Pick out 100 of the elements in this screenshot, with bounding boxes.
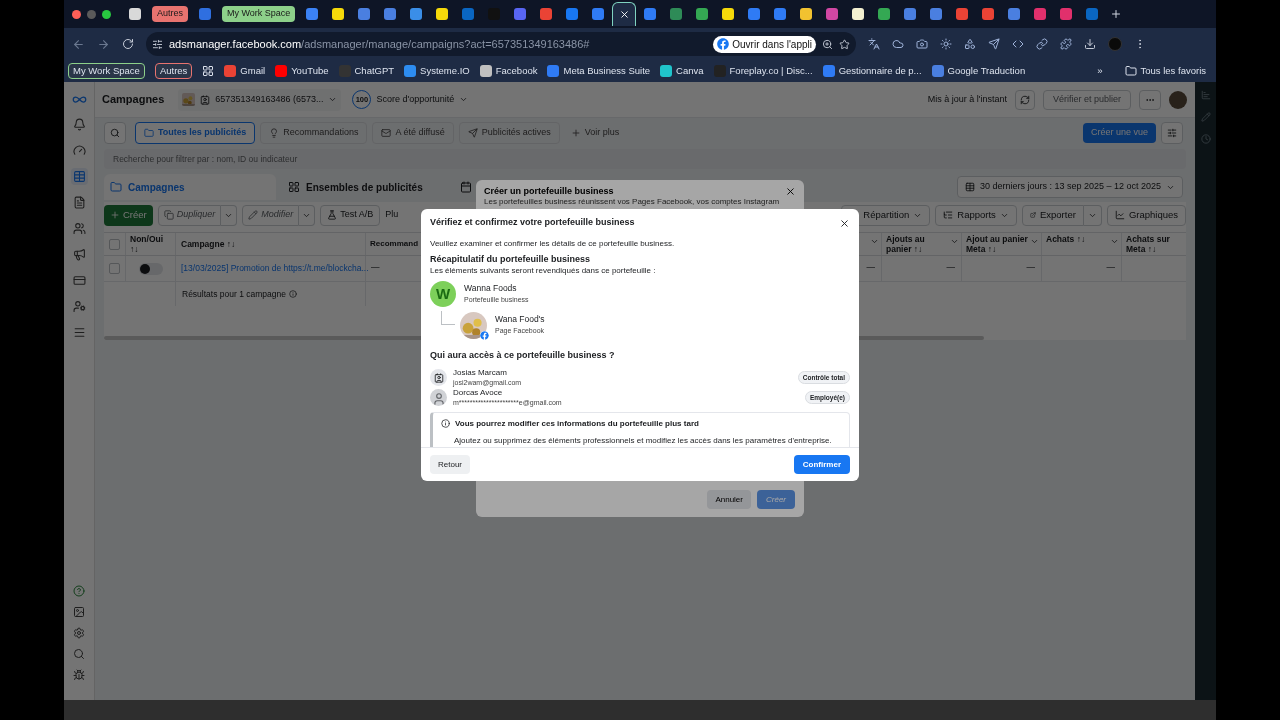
confirm-button[interactable]: Confirmer [793, 455, 850, 474]
back-icon[interactable] [72, 37, 85, 51]
toolbar-button[interactable]: Exporter [1021, 204, 1084, 226]
user-avatar[interactable] [1169, 90, 1187, 109]
dialog-intro: Veuillez examiner et confirmer les détails de ce portefeuille business. [430, 238, 676, 250]
grid-icon [288, 181, 300, 193]
extension-icon[interactable] [1036, 38, 1048, 50]
bookmark-group-chip[interactable]: Autres [154, 63, 193, 79]
toolbar-button[interactable]: Graphiques [1106, 204, 1186, 226]
extension-icon[interactable] [916, 38, 928, 50]
create-button[interactable]: Créer [104, 204, 153, 226]
minimize-window-icon[interactable] [87, 9, 96, 19]
column-header[interactable]: Recommand [370, 238, 418, 250]
column-header[interactable]: Campagne ↑↓ [176, 233, 366, 255]
extension-icon[interactable] [1060, 38, 1072, 50]
apps-grid-icon[interactable] [202, 65, 215, 77]
bookmark-link[interactable]: Foreplay.co | Disc... [713, 63, 813, 79]
search-button[interactable] [104, 122, 126, 144]
address-field[interactable]: adsmanager.facebook.com/adsmanager/manage/campaigns?act=657351349163486# Ouvrir dans l'appli [146, 32, 856, 56]
site-settings-icon[interactable] [152, 38, 163, 50]
card-icon[interactable] [72, 274, 86, 287]
bookmark-link[interactable]: YouTube [275, 63, 329, 79]
caret-icon [870, 237, 879, 246]
reload-icon[interactable] [122, 38, 134, 50]
see-more-button[interactable]: Voir plus [564, 122, 626, 144]
column-header[interactable]: Ajout au panier Meta ↑↓ [966, 234, 1030, 254]
filter-tab[interactable]: Publicités actives [458, 122, 560, 144]
refresh-icon [1019, 94, 1030, 105]
bookmark-link[interactable]: Gestionnaire de p... [822, 63, 922, 79]
table-cell-text: — [946, 261, 955, 274]
column-header[interactable]: Achats ↑↓ [1046, 234, 1110, 244]
toolbar-button[interactable]: Test A/B [320, 204, 381, 226]
more-actions-label[interactable]: Plu [385, 208, 399, 222]
people-icon[interactable] [72, 222, 86, 235]
create-view-button[interactable]: Créer une vue [1082, 123, 1156, 143]
back-button[interactable]: Retour [430, 455, 470, 474]
close-icon[interactable] [839, 217, 850, 229]
extension-icon[interactable] [1012, 38, 1024, 50]
cancel-button[interactable]: Annuler [707, 490, 751, 509]
close-window-icon[interactable] [72, 9, 81, 19]
close-icon[interactable] [785, 186, 796, 197]
toggle-switch[interactable] [138, 262, 163, 275]
maximize-window-icon[interactable] [102, 9, 111, 19]
new-tab-icon[interactable] [1110, 8, 1123, 20]
date-range-picker[interactable]: 30 derniers jours : 13 sep 2025 – 12 oct 2025 [956, 176, 1183, 198]
tab-group-chip[interactable]: Autres [152, 6, 188, 22]
plus-icon [110, 210, 120, 220]
bookmark-link[interactable]: Gmail [224, 63, 266, 79]
filter-tab[interactable]: Recommandations [260, 122, 368, 144]
gauge-icon[interactable] [72, 144, 86, 157]
filter-tab[interactable]: A été diffusé [372, 122, 454, 144]
bookmark-link[interactable]: ChatGPT [338, 63, 395, 79]
sliders-icon [1167, 128, 1177, 138]
level-tab[interactable]: Campagnes [104, 174, 276, 200]
breakdown-icon [943, 210, 954, 220]
campaign-link[interactable]: [13/03/2025] Promotion de https://t.me/blockcha... [181, 263, 369, 273]
bookmark-link[interactable]: Google Traduction [931, 63, 1026, 79]
bookmark-star-icon[interactable] [839, 38, 850, 50]
publish-button[interactable]: Vérifier et publier [1042, 89, 1131, 110]
row-checkbox[interactable] [109, 263, 120, 274]
extension-icon[interactable] [892, 38, 904, 50]
level-tab[interactable]: Ensembles de publicités [282, 174, 454, 200]
column-header[interactable]: Ajouts au panier ↑↓ [886, 234, 950, 254]
bug-icon[interactable] [73, 669, 85, 681]
filter-tab[interactable]: Toutes les publicités [135, 122, 256, 144]
toolbar-button[interactable]: Rapports [935, 204, 1017, 226]
bookmark-link[interactable]: Meta Business Suite [547, 63, 651, 79]
refresh-button[interactable] [1014, 89, 1035, 110]
bell-icon[interactable] [72, 118, 86, 131]
bookmark-link[interactable]: Facebook [479, 63, 538, 79]
copy-icon [163, 210, 174, 220]
zoom-icon[interactable] [822, 38, 833, 50]
bookmark-link[interactable]: Systeme.IO [404, 63, 470, 79]
megaphone-icon[interactable] [72, 248, 86, 261]
image-icon[interactable] [73, 606, 85, 618]
tab-group-chip[interactable]: My Work Space [222, 6, 296, 22]
account-selector[interactable]: 657351349163486 (6573... [178, 88, 342, 111]
lightbulb-icon [269, 128, 280, 138]
download-icon[interactable] [1084, 38, 1096, 50]
all-bookmarks-link[interactable]: Tous les favoris [1124, 63, 1206, 79]
search-icon[interactable] [73, 648, 85, 660]
browser-tab[interactable] [612, 2, 637, 26]
more-bookmarks-chevron[interactable]: » [1097, 63, 1103, 79]
person-gear-icon[interactable] [72, 300, 86, 313]
bookmark-group-chip[interactable]: My Work Space [68, 63, 145, 79]
column-header[interactable]: Achats sur Meta ↑↓ [1126, 234, 1184, 254]
menu-icon[interactable] [72, 326, 86, 339]
extension-icon[interactable] [964, 38, 976, 50]
document-icon[interactable] [72, 196, 86, 209]
extension-icon[interactable] [868, 38, 880, 50]
export-icon [1029, 210, 1036, 220]
column-header[interactable]: Non/Oui ↑↓ [126, 233, 176, 255]
select-all-checkbox[interactable] [109, 238, 120, 250]
forward-icon[interactable] [97, 37, 110, 51]
bookmark-link[interactable]: Canva [660, 63, 704, 79]
extension-icon[interactable] [940, 38, 952, 50]
open-app-button[interactable]: Ouvrir dans l'appli [713, 35, 816, 53]
ads-tab-icon[interactable] [460, 181, 472, 193]
settings-icon[interactable] [73, 627, 85, 639]
extension-icon[interactable] [988, 38, 1000, 50]
